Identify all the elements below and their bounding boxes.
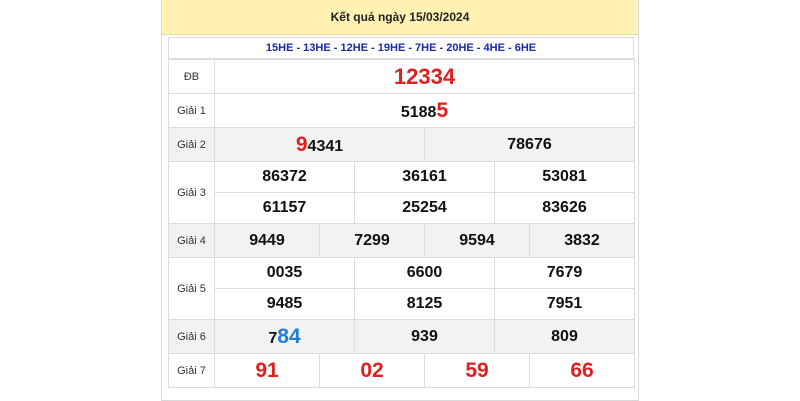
row-prize-7: Giải 7 91 02 59 66 — [168, 353, 635, 388]
label-special: ĐB — [168, 59, 215, 94]
row-prize-5a: Giải 5 0035 6600 7679 — [168, 257, 635, 320]
prize-7-number-4: 66 — [570, 358, 594, 382]
prize-3-number-5: 25254 — [402, 199, 447, 216]
prize-3-cell-2: 36161 — [354, 161, 495, 193]
prize-1-accent: 5 — [436, 98, 449, 122]
prize-6-number-3: 809 — [551, 327, 578, 345]
prize-2-cell-2: 78676 — [424, 127, 635, 162]
prize-3-cell-6: 83626 — [494, 192, 635, 224]
prize-2-cell-1: 94341 — [214, 127, 425, 162]
prize-4-number-1: 9449 — [249, 231, 285, 249]
label-prize-1: Giải 1 — [168, 93, 215, 128]
prize-3-number-4: 61157 — [262, 199, 307, 216]
prize-4-cell-4: 3832 — [529, 223, 635, 258]
prize-5-number-3: 7679 — [546, 264, 583, 281]
prize-6-cell-2: 939 — [354, 319, 495, 354]
prize-2-main-1: 4341 — [307, 137, 344, 155]
prize-5-cell-4: 9485 — [214, 288, 355, 320]
prize-6-cell-1: 784 — [214, 319, 355, 354]
row-prize-2: Giải 2 94341 78676 — [168, 127, 635, 162]
draw-codes: 15HE - 13HE - 12HE - 19HE - 7HE - 20HE -… — [168, 37, 634, 59]
prize-2-number-2: 78676 — [507, 135, 552, 153]
prize-1-main: 5188 — [400, 103, 437, 121]
results-title: Kết quả ngày 15/03/2024 — [162, 0, 638, 35]
prize-3-cell-3: 53081 — [494, 161, 635, 193]
row-prize-6: Giải 6 784 939 809 — [168, 319, 635, 354]
prize-6-main-1: 7 — [268, 329, 278, 347]
label-prize-7: Giải 7 — [168, 353, 215, 388]
label-prize-4: Giải 4 — [168, 223, 215, 258]
label-prize-2: Giải 2 — [168, 127, 215, 162]
prize-5-number-2: 6600 — [406, 264, 443, 281]
prize-5-cell-2: 6600 — [354, 257, 495, 289]
prize-7-cell-3: 59 — [424, 353, 530, 388]
prize-3-number-3: 53081 — [542, 168, 587, 185]
prize-5-number-5: 8125 — [406, 295, 443, 312]
row-prize-3b: 61157 25254 83626 — [169, 192, 635, 224]
prize-3-number-2: 36161 — [402, 168, 447, 185]
row-prize-5b: 9485 8125 7951 — [169, 288, 635, 320]
prize-2-accent: 9 — [295, 132, 308, 156]
prize-3-number-1: 86372 — [262, 168, 307, 185]
prize-6-accent: 84 — [277, 324, 301, 348]
prize-4-cell-3: 9594 — [424, 223, 530, 258]
prize-3-cell-1: 86372 — [214, 161, 355, 193]
prize-6-cell-3: 809 — [494, 319, 635, 354]
prize-1-number: 51885 — [401, 99, 448, 123]
prize-5-cell-6: 7951 — [494, 288, 635, 320]
prize-6-number-1: 784 — [268, 325, 300, 349]
special-prize-number: 12334 — [393, 63, 456, 89]
prize-3-cell-4: 61157 — [214, 192, 355, 224]
label-prize-5: Giải 5 — [168, 257, 215, 320]
prize-1-cell: 51885 — [214, 93, 635, 128]
prize-7-number-1: 91 — [255, 358, 279, 382]
prize-4-number-4: 3832 — [564, 231, 600, 249]
prize-7-cell-4: 66 — [529, 353, 635, 388]
prize-7-number-3: 59 — [465, 358, 489, 382]
prize-5-cell-5: 8125 — [354, 288, 495, 320]
prize-7-cell-2: 02 — [319, 353, 425, 388]
prize-4-cell-2: 7299 — [319, 223, 425, 258]
prize-6-number-2: 939 — [411, 327, 438, 345]
prize-5-cell-3: 7679 — [494, 257, 635, 289]
prize-4-cell-1: 9449 — [214, 223, 320, 258]
prize-5-cell-1: 0035 — [214, 257, 355, 289]
prize-5-number-6: 7951 — [546, 295, 583, 312]
prize-3-number-6: 83626 — [542, 199, 587, 216]
results-panel: Kết quả ngày 15/03/2024 15HE - 13HE - 12… — [161, 0, 639, 401]
prize-4-number-3: 9594 — [459, 231, 495, 249]
prize-7-number-2: 02 — [360, 358, 384, 382]
special-prize-cell: 12334 — [214, 59, 635, 94]
prize-5-number-1: 0035 — [266, 264, 303, 281]
prize-2-number-1: 94341 — [296, 133, 343, 157]
results-table: ĐB 12334 Giải 1 51885 Giải 2 94341 78676… — [168, 59, 635, 388]
row-prize-3a: Giải 3 86372 36161 53081 — [168, 161, 635, 224]
row-prize-4: Giải 4 9449 7299 9594 3832 — [168, 223, 635, 258]
label-prize-6: Giải 6 — [168, 319, 215, 354]
prize-7-cell-1: 91 — [214, 353, 320, 388]
row-special: ĐB 12334 — [168, 59, 635, 94]
prize-3-cell-5: 25254 — [354, 192, 495, 224]
prize-5-number-4: 9485 — [266, 295, 303, 312]
label-prize-3: Giải 3 — [168, 161, 215, 224]
row-prize-1: Giải 1 51885 — [168, 93, 635, 128]
prize-4-number-2: 7299 — [354, 231, 390, 249]
